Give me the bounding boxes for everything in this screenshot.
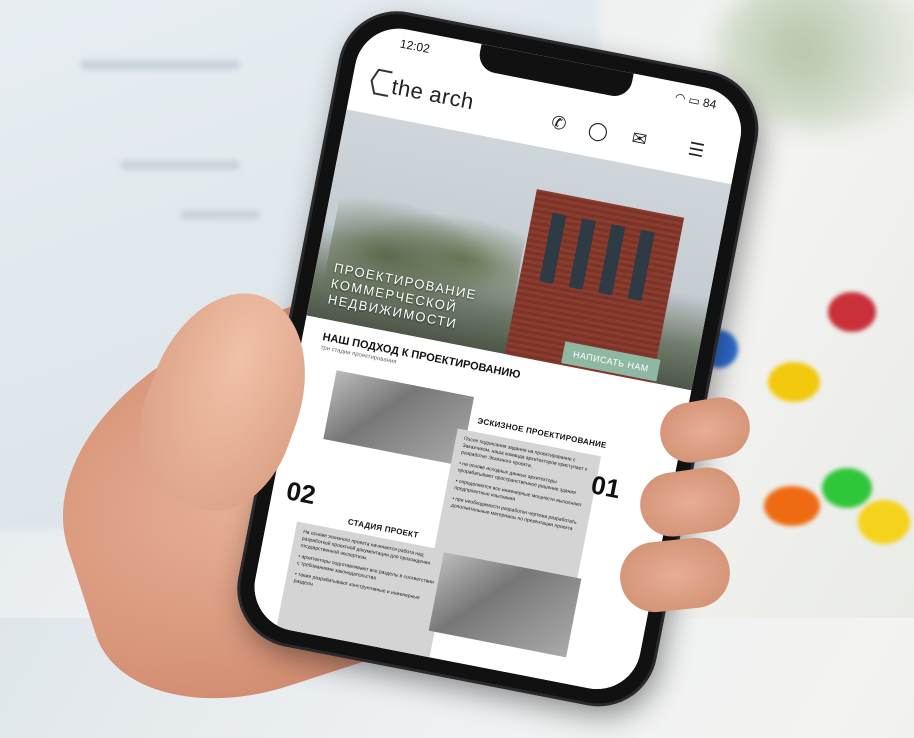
orange-magnet [764,486,820,526]
whatsapp-icon[interactable]: ◯ [585,118,611,144]
battery-level: 84 [701,95,718,112]
green-magnet [822,468,872,508]
building-window [568,218,596,290]
red-magnet [828,292,876,332]
menu-icon[interactable]: ☰ [683,137,709,163]
battery-icon: ▭ [687,92,702,109]
yellow-magnet [768,362,820,402]
mail-icon[interactable]: ✉ [626,126,652,152]
building-window [598,224,626,296]
blurred-text-line [120,160,240,170]
site-logo[interactable]: the arch [389,74,476,115]
status-time: 12:02 [398,36,431,57]
blurred-text-line [80,60,240,70]
sketch-photo [323,370,475,466]
building-window [627,229,655,302]
wifi-icon: ◠ [673,89,687,106]
building-window [539,212,567,284]
phone-icon[interactable]: ✆ [546,110,572,136]
blurred-text-line [180,210,260,220]
battery-indicator: ◠ ▭ 84 [674,90,718,112]
stage-1-number: 01 [588,469,623,505]
stage-2-number: 02 [284,475,319,511]
yellow-magnet [858,500,910,544]
